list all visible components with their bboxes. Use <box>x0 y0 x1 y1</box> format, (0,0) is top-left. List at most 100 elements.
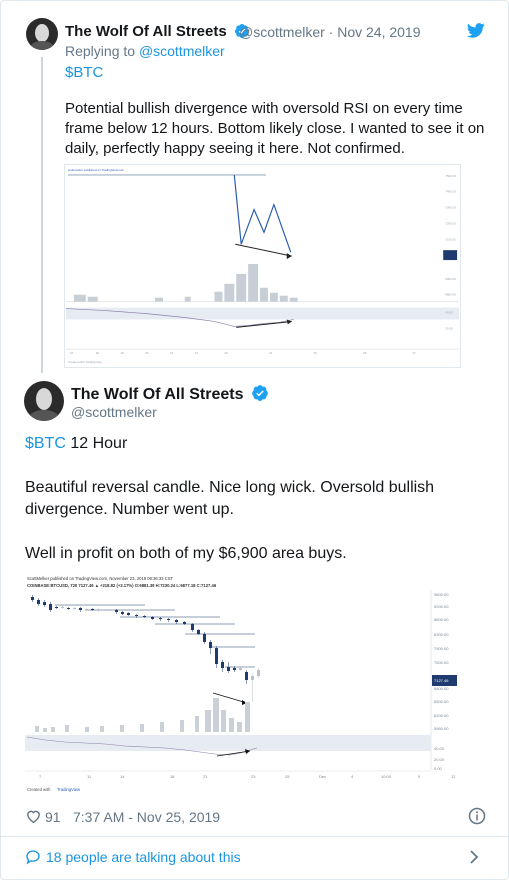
rsi-tick: 20.00 <box>434 757 445 762</box>
like-count[interactable]: 91 <box>45 809 61 825</box>
x-tick: 23 <box>251 774 256 779</box>
svg-text:7500.00: 7500.00 <box>445 174 456 178</box>
candle-body <box>227 667 230 671</box>
candle-body <box>245 672 248 680</box>
rsi-tick: 40.00 <box>434 746 445 751</box>
main-text-line-3: Well in profit on both of my $6,900 area… <box>25 545 347 562</box>
candle-body <box>203 634 206 642</box>
svg-text:21: 21 <box>170 351 174 355</box>
heart-icon[interactable] <box>25 808 42 824</box>
candle-body <box>221 662 224 668</box>
svg-text:7100.00: 7100.00 <box>445 237 456 241</box>
svg-text:7300.00: 7300.00 <box>445 206 456 210</box>
main-chart-image[interactable]: ScottMelker published on TradingView.com… <box>25 572 463 797</box>
rsi-tick: 0.00 <box>434 766 443 771</box>
parent-author-name-text: The Wolf Of All Streets <box>65 23 227 40</box>
candle-body <box>151 617 154 619</box>
candle-body <box>233 668 236 670</box>
x-tick: 18 <box>170 774 175 779</box>
footer-divider <box>1 836 508 837</box>
parent-chart-image[interactable]: scottmelker published on TradingView.com… <box>64 164 461 368</box>
svg-text:18: 18 <box>96 351 100 355</box>
svg-text:19: 19 <box>120 351 124 355</box>
price-tick: 5960.00 <box>434 726 449 731</box>
candle-body <box>31 597 34 600</box>
x-tick: 10:00 <box>381 774 392 779</box>
candle-body <box>115 610 118 612</box>
verified-badge-icon <box>252 385 268 401</box>
candle-body <box>251 676 254 680</box>
twitter-bird-icon[interactable] <box>467 23 485 38</box>
svg-text:27: 27 <box>413 351 417 355</box>
candle-body <box>209 642 212 648</box>
svg-text:6900.00: 6900.00 <box>445 277 456 281</box>
price-tick: 6500.00 <box>434 699 449 704</box>
main-text-line-1: $BTC 12 Hour <box>25 433 485 455</box>
svg-text:25: 25 <box>313 351 317 355</box>
timestamp[interactable]: 7:37 AM - Nov 25, 2019 <box>73 809 220 825</box>
replying-prefix: Replying to <box>65 43 139 59</box>
svg-text:24: 24 <box>269 351 273 355</box>
main-handle[interactable]: @scottmelker <box>71 404 157 420</box>
tradingview-logo-text: TradingView <box>57 787 81 792</box>
svg-text:26: 26 <box>363 351 367 355</box>
main-author-name-text: The Wolf Of All Streets <box>71 386 244 403</box>
svg-text:20: 20 <box>145 351 149 355</box>
main-avatar[interactable] <box>24 381 64 421</box>
main-line1-rest: 12 Hour <box>65 435 128 452</box>
parent-cashtag-link[interactable]: $BTC <box>65 64 103 81</box>
parent-tweet-text: Potential bullish divergence with overso… <box>65 100 485 157</box>
x-tick: 14 <box>120 774 125 779</box>
candle-body <box>73 608 76 609</box>
conversation-link[interactable]: 18 people are talking about this <box>46 849 241 865</box>
price-tick: 7900.00 <box>434 646 449 651</box>
x-tick: 21 <box>203 774 208 779</box>
svg-text:scottmelker published on Tradi: scottmelker published on TradingView.com <box>68 168 125 172</box>
main-text-line-2: Beautiful reversal candle. Nice long wic… <box>25 479 435 518</box>
parent-avatar[interactable] <box>26 18 58 50</box>
replying-to: Replying to @scottmelker <box>65 43 225 59</box>
svg-text:40.00: 40.00 <box>445 311 453 315</box>
chart-header-2: COINBASE:BTCUSD, 720 7127.46 ▲ +218.82 (… <box>27 583 217 588</box>
x-tick: Dec <box>319 774 326 779</box>
current-price-label: 7127.46 <box>434 678 449 683</box>
candle-body <box>167 619 170 620</box>
candle-body <box>61 607 64 608</box>
tweet-card: The Wolf Of All Streets @scottmelker · N… <box>0 0 509 880</box>
svg-text:7400.00: 7400.00 <box>445 190 456 194</box>
chevron-right-icon[interactable] <box>469 849 479 865</box>
x-tick: 12 <box>451 774 456 779</box>
candle-body <box>91 609 94 610</box>
candle-body <box>79 608 82 610</box>
info-icon[interactable] <box>468 807 486 825</box>
svg-text:6800.00: 6800.00 <box>445 293 456 297</box>
candle-body <box>143 616 146 617</box>
main-tweet-text: $BTC 12 Hour Beautiful reversal candle. … <box>25 433 485 565</box>
svg-text:Created with TradingView: Created with TradingView <box>68 360 103 364</box>
price-tick: 6200.00 <box>434 713 449 718</box>
candle-body <box>191 624 194 630</box>
candle-body <box>257 670 260 676</box>
candle-body <box>37 600 40 604</box>
speech-bubble-icon[interactable] <box>25 849 41 865</box>
candle-body <box>183 622 186 624</box>
replying-handle-link[interactable]: @scottmelker <box>139 43 225 59</box>
candle-body <box>55 607 58 608</box>
candle-body <box>85 609 88 610</box>
candle-body <box>159 618 162 619</box>
created-with-label: Created with <box>27 787 51 792</box>
candle-body <box>135 615 138 616</box>
candle-body <box>43 602 46 605</box>
candle-body <box>215 648 218 664</box>
tweet-footer: 91 7:37 AM - Nov 25, 2019 <box>25 807 486 827</box>
main-author-name[interactable]: The Wolf Of All Streets <box>71 384 269 404</box>
parent-author-name[interactable]: The Wolf Of All Streets <box>65 23 250 40</box>
candle-body <box>121 612 124 614</box>
parent-meta[interactable]: @scottmelker · Nov 24, 2019 <box>239 24 421 40</box>
svg-text:22: 22 <box>195 351 199 355</box>
candle-body <box>239 668 242 670</box>
price-tick: 9600.00 <box>434 592 449 597</box>
price-tick: 8800.00 <box>434 617 449 622</box>
main-cashtag-link[interactable]: $BTC <box>25 435 66 452</box>
thread-line <box>41 57 43 373</box>
